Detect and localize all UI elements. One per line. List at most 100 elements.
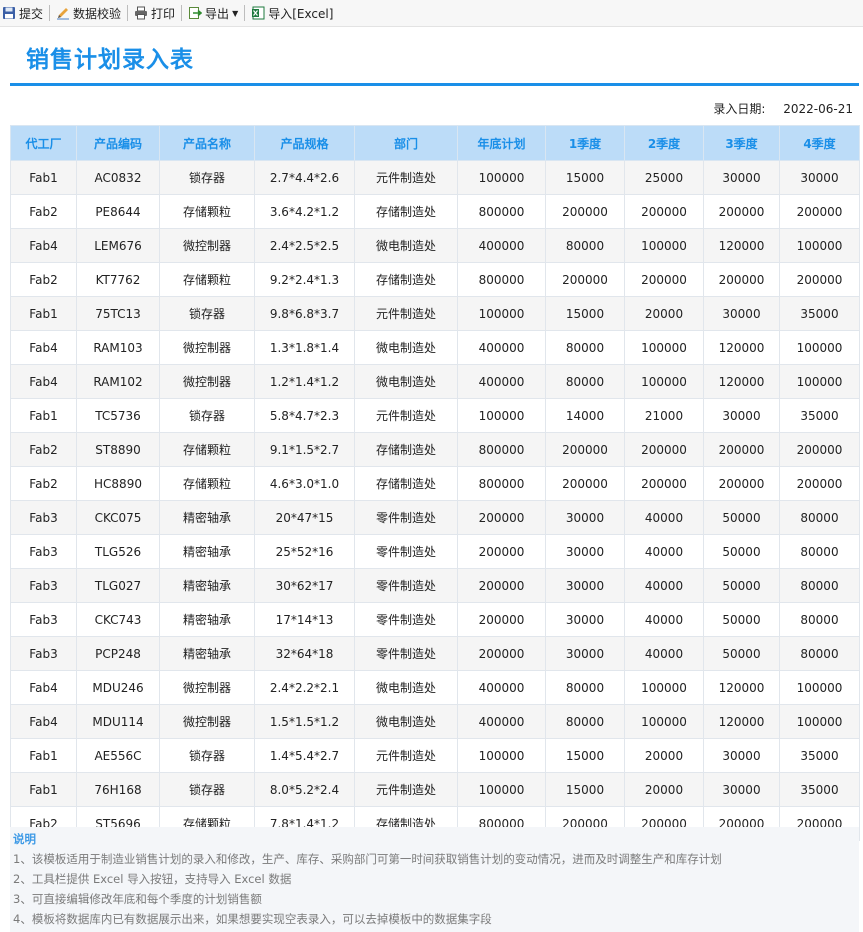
editable-plan-cell[interactable]: 120000 xyxy=(703,704,780,739)
editable-plan-cell[interactable]: 50000 xyxy=(703,534,780,569)
editable-plan-cell[interactable]: 200000 xyxy=(457,568,546,603)
validate-button[interactable]: 数据校验 xyxy=(54,0,123,26)
editable-plan-cell[interactable]: 200000 xyxy=(624,194,704,229)
editable-plan-cell[interactable]: 100000 xyxy=(779,330,860,365)
editable-plan-cell[interactable]: 100000 xyxy=(624,330,704,365)
editable-plan-cell[interactable]: 200000 xyxy=(779,194,860,229)
editable-plan-cell[interactable]: 800000 xyxy=(457,194,546,229)
editable-plan-cell[interactable]: 25000 xyxy=(624,160,704,195)
editable-plan-cell[interactable]: 400000 xyxy=(457,330,546,365)
editable-plan-cell[interactable]: 800000 xyxy=(457,466,546,501)
editable-plan-cell[interactable]: 200000 xyxy=(703,262,780,297)
editable-plan-cell[interactable]: 100000 xyxy=(457,398,546,433)
editable-plan-cell[interactable]: 200000 xyxy=(545,432,625,467)
editable-plan-cell[interactable]: 35000 xyxy=(779,738,860,773)
editable-plan-cell[interactable]: 21000 xyxy=(624,398,704,433)
editable-plan-cell[interactable]: 200000 xyxy=(457,602,546,637)
editable-plan-cell[interactable]: 80000 xyxy=(779,534,860,569)
editable-plan-cell[interactable]: 100000 xyxy=(779,704,860,739)
editable-plan-cell[interactable]: 80000 xyxy=(545,330,625,365)
editable-plan-cell[interactable]: 15000 xyxy=(545,160,625,195)
editable-plan-cell[interactable]: 40000 xyxy=(624,602,704,637)
editable-plan-cell[interactable]: 100000 xyxy=(457,160,546,195)
editable-plan-cell[interactable]: 30000 xyxy=(703,398,780,433)
editable-plan-cell[interactable]: 100000 xyxy=(457,738,546,773)
editable-plan-cell[interactable]: 35000 xyxy=(779,772,860,807)
editable-plan-cell[interactable]: 20000 xyxy=(624,296,704,331)
editable-plan-cell[interactable]: 30000 xyxy=(703,296,780,331)
editable-plan-cell[interactable]: 100000 xyxy=(779,670,860,705)
editable-plan-cell[interactable]: 30000 xyxy=(545,568,625,603)
editable-plan-cell[interactable]: 30000 xyxy=(545,602,625,637)
editable-plan-cell[interactable]: 200000 xyxy=(779,432,860,467)
editable-plan-cell[interactable]: 200000 xyxy=(624,432,704,467)
editable-plan-cell[interactable]: 800000 xyxy=(457,262,546,297)
chevron-down-icon[interactable]: ▼ xyxy=(232,9,238,18)
editable-plan-cell[interactable]: 50000 xyxy=(703,602,780,637)
editable-plan-cell[interactable]: 15000 xyxy=(545,296,625,331)
editable-plan-cell[interactable]: 200000 xyxy=(703,432,780,467)
export-button[interactable]: 导出 ▼ xyxy=(186,0,240,26)
editable-plan-cell[interactable]: 50000 xyxy=(703,636,780,671)
editable-plan-cell[interactable]: 30000 xyxy=(703,738,780,773)
editable-plan-cell[interactable]: 100000 xyxy=(457,772,546,807)
editable-plan-cell[interactable]: 400000 xyxy=(457,364,546,399)
editable-plan-cell[interactable]: 50000 xyxy=(703,500,780,535)
editable-plan-cell[interactable]: 200000 xyxy=(545,466,625,501)
editable-plan-cell[interactable]: 120000 xyxy=(703,364,780,399)
editable-plan-cell[interactable]: 400000 xyxy=(457,704,546,739)
editable-plan-cell[interactable]: 200000 xyxy=(457,534,546,569)
editable-plan-cell[interactable]: 120000 xyxy=(703,330,780,365)
editable-plan-cell[interactable]: 400000 xyxy=(457,670,546,705)
editable-plan-cell[interactable]: 80000 xyxy=(545,704,625,739)
editable-plan-cell[interactable]: 35000 xyxy=(779,296,860,331)
editable-plan-cell[interactable]: 100000 xyxy=(457,296,546,331)
editable-plan-cell[interactable]: 20000 xyxy=(624,772,704,807)
editable-plan-cell[interactable]: 30000 xyxy=(703,772,780,807)
editable-plan-cell[interactable]: 200000 xyxy=(779,262,860,297)
editable-plan-cell[interactable]: 200000 xyxy=(703,466,780,501)
editable-plan-cell[interactable]: 40000 xyxy=(624,534,704,569)
editable-plan-cell[interactable]: 15000 xyxy=(545,738,625,773)
submit-button[interactable]: 提交 xyxy=(0,0,45,26)
editable-plan-cell[interactable]: 200000 xyxy=(624,262,704,297)
editable-plan-cell[interactable]: 30000 xyxy=(545,636,625,671)
editable-plan-cell[interactable]: 14000 xyxy=(545,398,625,433)
editable-plan-cell[interactable]: 30000 xyxy=(779,160,860,195)
editable-plan-cell[interactable]: 40000 xyxy=(624,568,704,603)
editable-plan-cell[interactable]: 200000 xyxy=(624,466,704,501)
editable-plan-cell[interactable]: 100000 xyxy=(624,670,704,705)
editable-plan-cell[interactable]: 100000 xyxy=(779,228,860,263)
editable-plan-cell[interactable]: 80000 xyxy=(545,364,625,399)
editable-plan-cell[interactable]: 50000 xyxy=(703,568,780,603)
editable-plan-cell[interactable]: 100000 xyxy=(624,364,704,399)
editable-plan-cell[interactable]: 100000 xyxy=(779,364,860,399)
import-excel-button[interactable]: 导入[Excel] xyxy=(249,0,335,26)
editable-plan-cell[interactable]: 800000 xyxy=(457,432,546,467)
editable-plan-cell[interactable]: 30000 xyxy=(703,160,780,195)
editable-plan-cell[interactable]: 80000 xyxy=(779,602,860,637)
print-button[interactable]: 打印 xyxy=(132,0,177,26)
editable-plan-cell[interactable]: 80000 xyxy=(545,228,625,263)
editable-plan-cell[interactable]: 80000 xyxy=(779,568,860,603)
editable-plan-cell[interactable]: 35000 xyxy=(779,398,860,433)
editable-plan-cell[interactable]: 200000 xyxy=(457,500,546,535)
editable-plan-cell[interactable]: 120000 xyxy=(703,228,780,263)
editable-plan-cell[interactable]: 40000 xyxy=(624,500,704,535)
editable-plan-cell[interactable]: 30000 xyxy=(545,500,625,535)
editable-plan-cell[interactable]: 80000 xyxy=(545,670,625,705)
editable-plan-cell[interactable]: 200000 xyxy=(545,194,625,229)
editable-plan-cell[interactable]: 20000 xyxy=(624,738,704,773)
editable-plan-cell[interactable]: 400000 xyxy=(457,228,546,263)
editable-plan-cell[interactable]: 200000 xyxy=(703,194,780,229)
editable-plan-cell[interactable]: 40000 xyxy=(624,636,704,671)
editable-plan-cell[interactable]: 200000 xyxy=(779,466,860,501)
editable-plan-cell[interactable]: 30000 xyxy=(545,534,625,569)
editable-plan-cell[interactable]: 15000 xyxy=(545,772,625,807)
editable-plan-cell[interactable]: 80000 xyxy=(779,500,860,535)
editable-plan-cell[interactable]: 200000 xyxy=(545,262,625,297)
editable-plan-cell[interactable]: 80000 xyxy=(779,636,860,671)
editable-plan-cell[interactable]: 100000 xyxy=(624,704,704,739)
editable-plan-cell[interactable]: 100000 xyxy=(624,228,704,263)
editable-plan-cell[interactable]: 200000 xyxy=(457,636,546,671)
